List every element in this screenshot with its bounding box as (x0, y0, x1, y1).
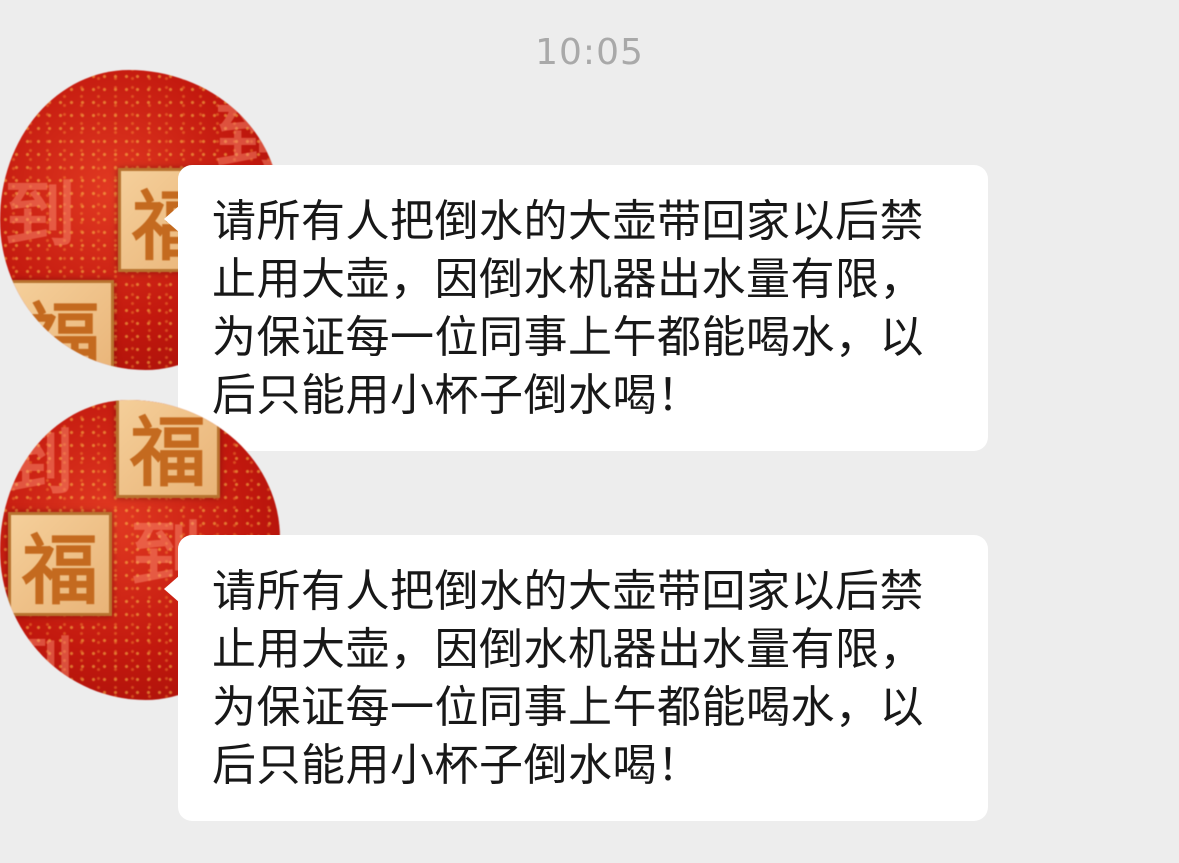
message-text: 请所有人把倒水的大壶带回家以后禁止用大壶，因倒水机器出水量有限，为保证每一位同事… (212, 566, 924, 791)
timestamp: 10:05 (535, 32, 644, 73)
avatar-fu-tile: 福 (8, 512, 112, 616)
message-text: 请所有人把倒水的大壶带回家以后禁止用大壶，因倒水机器出水量有限，为保证每一位同事… (212, 196, 924, 421)
avatar-ghost-char: 到 (2, 628, 75, 700)
avatar-ghost-char: 到 (2, 420, 75, 505)
avatar-ghost-char: 到 (4, 172, 77, 257)
avatar-fu-tile: 福 (10, 280, 114, 370)
message-bubble[interactable]: 请所有人把倒水的大壶带回家以后禁止用大壶，因倒水机器出水量有限，为保证每一位同事… (164, 535, 988, 821)
avatar-fu-tile: 福 (116, 400, 220, 498)
message-bubble[interactable]: 请所有人把倒水的大壶带回家以后禁止用大壶，因倒水机器出水量有限，为保证每一位同事… (164, 165, 988, 451)
